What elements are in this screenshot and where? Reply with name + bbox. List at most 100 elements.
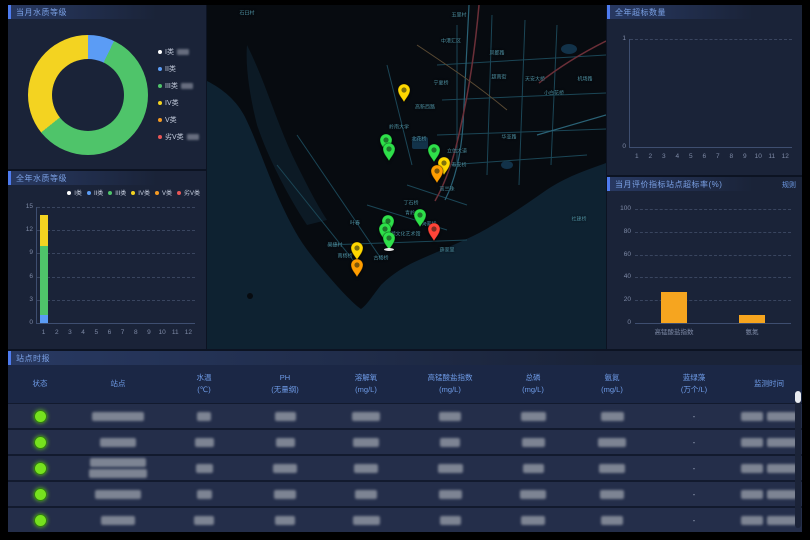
map[interactable]: 石臼村五里村中港汇区凤都路超南街天安大桥机场路小白花桥宁夏桥高新西路岭南大学北花…: [207, 5, 606, 349]
map-pin-orange[interactable]: [430, 164, 444, 184]
value-cell: [406, 490, 494, 499]
redacted-value: [601, 516, 623, 525]
value-cell: [572, 516, 652, 525]
value-cell: [572, 464, 652, 473]
map-label: 北花桥: [411, 136, 426, 143]
legend-item[interactable]: IV类: [131, 188, 150, 197]
x-tick-label: 12: [185, 329, 192, 336]
map-label: 凤都路: [489, 50, 504, 57]
x-tick-label: 4: [81, 329, 85, 336]
redacted-value: [197, 490, 212, 499]
rules-link[interactable]: 规则: [782, 180, 796, 190]
legend-item[interactable]: V类: [158, 115, 199, 125]
column-header: 站点: [72, 378, 164, 390]
table-row[interactable]: -: [8, 404, 802, 428]
pin-selection-mark: [384, 248, 394, 251]
x-tick-label: 8: [134, 329, 138, 336]
map-label: 薛家里: [439, 247, 454, 254]
map-pin-orange[interactable]: [350, 258, 364, 278]
legend-label: II类: [94, 188, 103, 197]
redacted-value: [440, 516, 461, 525]
x-tick-label: 9: [743, 153, 747, 160]
map-label: 社建桥: [571, 216, 586, 223]
legend-item[interactable]: III类: [108, 188, 126, 197]
legend-item[interactable]: 劣V类: [177, 188, 200, 197]
legend-item[interactable]: II类: [158, 64, 199, 74]
legend-item[interactable]: 劣V类: [158, 132, 199, 142]
value-cell: [244, 438, 326, 447]
bar[interactable]: [661, 292, 687, 323]
x-tick-label: 4: [675, 153, 679, 160]
redacted-value: [767, 438, 797, 447]
legend-dot: [158, 118, 162, 122]
algae-value: -: [652, 516, 736, 525]
redacted-value: [354, 464, 378, 473]
map-overlay: 石臼村五里村中港汇区凤都路超南街天安大桥机场路小白花桥宁夏桥高新西路岭南大学北花…: [207, 5, 606, 349]
x-tick-label: 7: [716, 153, 720, 160]
bar[interactable]: [40, 315, 48, 323]
redacted-value: [197, 412, 211, 421]
map-label: 吴捷村: [327, 242, 342, 249]
chart-legend: I类 II类 III类 IV类 V类劣V类: [67, 188, 200, 197]
value-cell: [406, 412, 494, 421]
map-pin-green[interactable]: [413, 208, 427, 228]
y-tick-label: 0: [611, 319, 631, 326]
legend-item[interactable]: V类: [155, 188, 172, 197]
x-tick-label: 10: [755, 153, 762, 160]
redacted-value: [599, 464, 625, 473]
y-tick-label: 3: [13, 296, 33, 303]
legend-label: II类: [165, 64, 176, 74]
x-tick-label: 1: [42, 329, 46, 336]
redacted-value: [767, 412, 797, 421]
redacted-value: [741, 490, 763, 499]
legend-item[interactable]: II类: [87, 188, 103, 197]
legend-dot: [158, 101, 162, 105]
redacted-value: [177, 49, 189, 55]
redacted-value: [276, 438, 295, 447]
y-tick-label: 80: [611, 228, 631, 235]
bar[interactable]: [739, 315, 765, 323]
legend-item[interactable]: IV类: [158, 98, 199, 108]
table-row[interactable]: -: [8, 456, 802, 480]
x-tick-label: 6: [108, 329, 112, 336]
map-label: 宁夏桥: [433, 80, 448, 87]
bar[interactable]: [40, 215, 48, 246]
panel-title: 当月评价指标站点超标率(%): [615, 179, 722, 190]
table-row[interactable]: -: [8, 430, 802, 454]
map-pin-green[interactable]: [382, 231, 396, 251]
time-cell: [736, 412, 802, 421]
legend-item[interactable]: I类: [67, 188, 82, 197]
column-header: 蓝绿藻(万个/L): [652, 372, 736, 396]
legend-label: III类: [165, 81, 178, 91]
scrollbar-thumb[interactable]: [795, 391, 801, 403]
y-tick-label: 0: [607, 143, 626, 150]
yearly-exceedance-chart[interactable]: 01123456789101112: [629, 39, 792, 148]
table-scrollbar[interactable]: [795, 391, 801, 528]
map-pin-yellow[interactable]: [397, 83, 411, 103]
table-row[interactable]: -: [8, 482, 802, 506]
value-cell: [326, 438, 406, 447]
yearly-quality-chart[interactable]: 03691215123456789101112: [36, 207, 195, 324]
gridline: [635, 209, 791, 210]
bar[interactable]: [40, 246, 48, 316]
redacted-value: [598, 438, 626, 447]
legend-dot: [108, 191, 112, 195]
value-cell: [326, 412, 406, 421]
legend-label: IV类: [138, 188, 150, 197]
panel-monthly-exceedance-rate: 当月评价指标站点超标率(%) 规则 020406080100高锰酸盐指数氨氮: [607, 177, 802, 349]
redacted-value: [352, 412, 380, 421]
map-pin-red[interactable]: [427, 222, 441, 242]
exceedance-rate-chart[interactable]: 020406080100高锰酸盐指数氨氮: [635, 209, 791, 324]
panel-yearly-exceedance: 全年超标数量 01123456789101112: [607, 5, 802, 175]
map-pin-green[interactable]: [382, 142, 396, 162]
gridline: [37, 253, 195, 254]
table-row[interactable]: -: [8, 508, 802, 532]
legend-item[interactable]: III类: [158, 81, 199, 91]
table-header-row: 状态站点水温(℃)PH(无量纲)溶解氧(mg/L)高锰酸盐指数(mg/L)总磷(…: [8, 365, 802, 403]
redacted-value: [521, 412, 546, 421]
legend-item[interactable]: I类: [158, 47, 199, 57]
value-cell: [326, 490, 406, 499]
y-tick-label: 40: [611, 273, 631, 280]
redacted-value: [353, 438, 379, 447]
redacted-value: [273, 464, 297, 473]
